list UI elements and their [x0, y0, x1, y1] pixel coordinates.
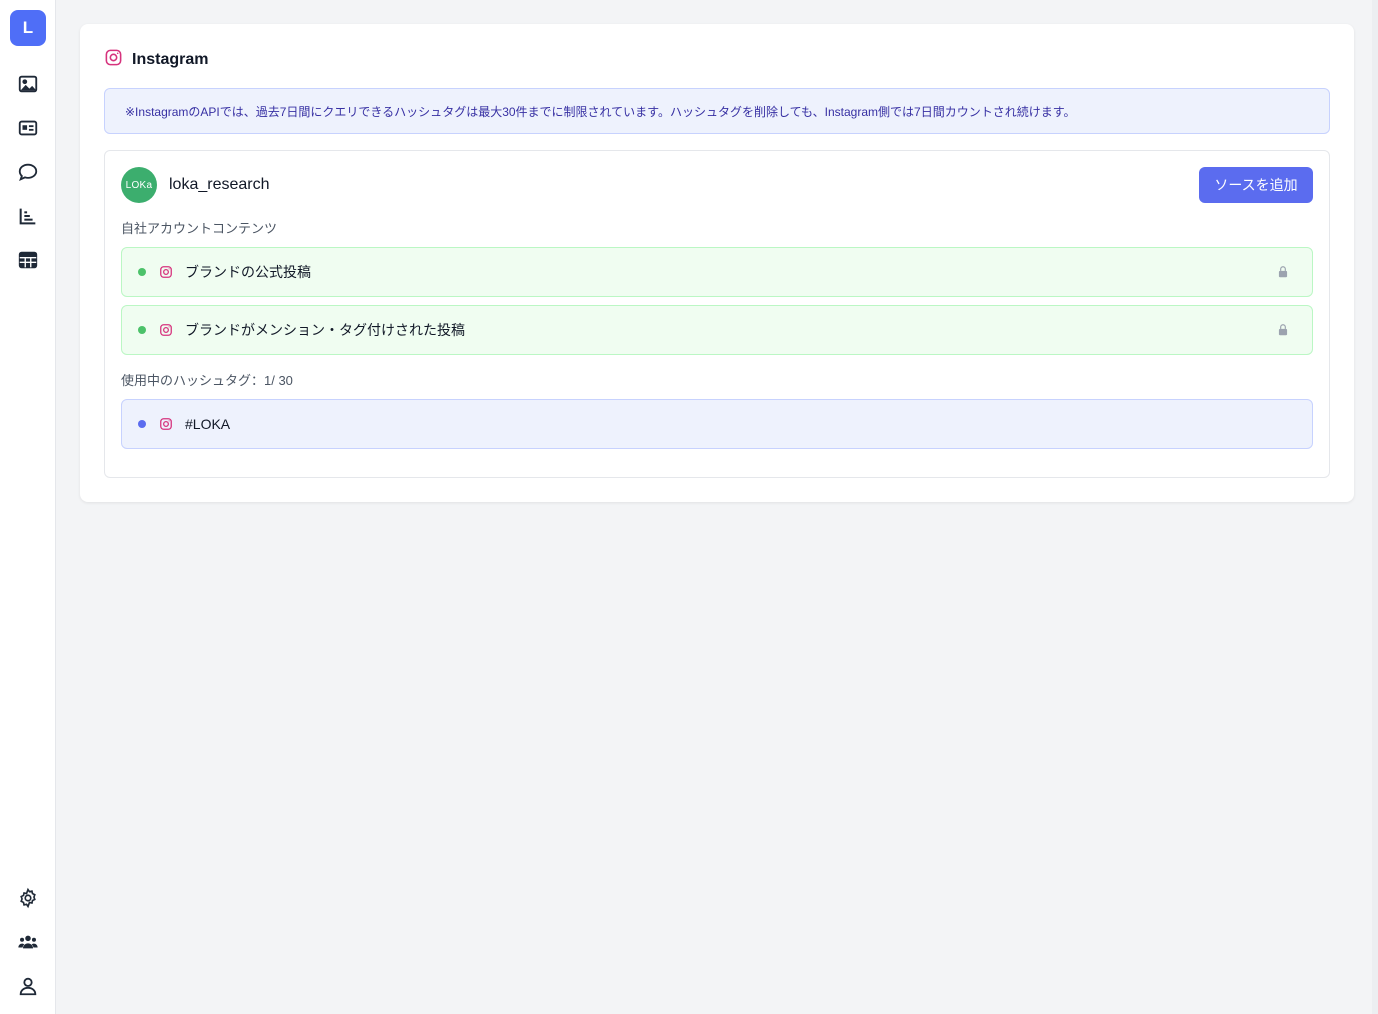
workspace-logo[interactable]: L — [10, 10, 46, 46]
own-content-label: 自社アカウントコンテンツ — [121, 221, 278, 236]
scrollbar-track — [1372, 0, 1378, 1014]
gear-icon[interactable] — [16, 886, 40, 910]
bar-chart-icon[interactable] — [16, 204, 40, 228]
instagram-icon — [159, 417, 173, 431]
id-card-icon[interactable] — [16, 116, 40, 140]
table-grid-icon[interactable] — [16, 248, 40, 272]
account-sources-card: LOKa loka_research ソースを追加 自社アカウントコンテンツ ブ… — [104, 150, 1330, 478]
source-row-official-posts[interactable]: ブランドの公式投稿 — [121, 247, 1313, 297]
account-header: LOKa loka_research — [121, 167, 270, 203]
notice-text: ※InstagramのAPIでは、過去7日間にクエリできるハッシュタグは最大30… — [125, 104, 1076, 119]
status-dot — [138, 268, 146, 276]
source-label: ブランドの公式投稿 — [185, 264, 311, 280]
image-icon[interactable] — [16, 72, 40, 96]
source-label: ブランドがメンション・タグ付けされた投稿 — [185, 322, 465, 338]
source-row-mentioned-posts[interactable]: ブランドがメンション・タグ付けされた投稿 — [121, 305, 1313, 355]
instagram-icon — [159, 265, 173, 279]
instagram-icon — [104, 48, 123, 72]
hashtag-row[interactable]: #LOKA — [121, 399, 1313, 449]
status-dot — [138, 326, 146, 334]
hashtag-label: #LOKA — [185, 416, 231, 432]
lock-icon — [1276, 265, 1290, 279]
panel-header: Instagram — [104, 48, 209, 72]
account-name: loka_research — [169, 176, 270, 193]
status-dot — [138, 420, 146, 428]
avatar: LOKa — [121, 167, 157, 203]
chat-bubble-icon[interactable] — [16, 160, 40, 184]
instagram-icon — [159, 323, 173, 337]
lock-icon — [1276, 323, 1290, 337]
add-source-button[interactable]: ソースを追加 — [1199, 167, 1313, 203]
sidebar: L — [0, 0, 56, 1014]
page-title: Instagram — [132, 51, 209, 68]
users-group-icon[interactable] — [16, 930, 40, 954]
instagram-panel: Instagram ※InstagramのAPIでは、過去7日間にクエリできるハ… — [80, 24, 1354, 502]
user-icon[interactable] — [16, 974, 40, 998]
api-limit-notice: ※InstagramのAPIでは、過去7日間にクエリできるハッシュタグは最大30… — [104, 88, 1330, 134]
hashtag-usage-label: 使用中のハッシュタグ：1/ 30 — [121, 373, 293, 388]
